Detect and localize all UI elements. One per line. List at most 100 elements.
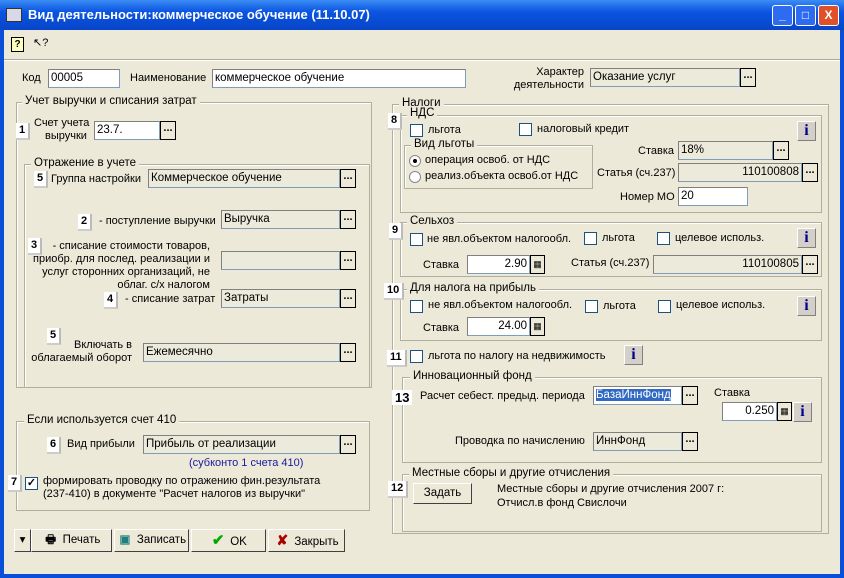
profit-tax-group (400, 289, 822, 341)
badge-7: 7 (8, 475, 23, 492)
exempt-object-radio[interactable] (409, 171, 421, 183)
badge-6: 6 (47, 437, 62, 454)
local-fees-line-1: Местные сборы и другие отчисления 2007 г… (497, 483, 725, 495)
exempt-object-label: реализ.объекта освоб.от НДС (425, 170, 579, 182)
revenue-receipt-input[interactable]: Выручка (221, 210, 340, 229)
agri-rate-label: Ставка (423, 259, 459, 271)
ok-button[interactable]: ✔ OK (191, 529, 266, 552)
close-label: Закрыть (294, 536, 339, 548)
costs-writeoff-input[interactable]: Затраты (221, 289, 340, 308)
badge-11: 11 (387, 350, 407, 367)
agri-article-select-button[interactable]: ... (802, 255, 818, 274)
reflection-group-title: Отражение в учете (31, 157, 140, 169)
realty-benefit-label: льгота по налогу на недвижимость (428, 350, 606, 362)
posting-input[interactable]: ИннФонд (593, 432, 682, 451)
exempt-operation-radio[interactable] (409, 155, 421, 167)
profit-target-checkbox[interactable] (658, 300, 671, 313)
vat-credit-checkbox[interactable] (519, 123, 532, 136)
innov-info-icon[interactable]: i (793, 402, 812, 422)
costs-writeoff-label: - списание затрат (125, 293, 216, 305)
vat-rate-label: Ставка (638, 145, 674, 157)
vat-credit-label: налоговый кредит (537, 123, 630, 135)
print-dropdown-button[interactable]: ▾ (14, 529, 31, 552)
window-title: Вид деятельности:коммерческое обучение (… (28, 7, 370, 22)
costs-writeoff-select-button[interactable]: ... (340, 289, 356, 308)
post-fin-result-label-1: формировать проводку по отражению фин.ре… (43, 475, 321, 487)
profit-not-object-label: не явл.объектом налогообл. (428, 299, 573, 311)
mo-number-input[interactable]: 20 (678, 187, 748, 206)
vat-rate-select-button[interactable]: ... (773, 141, 789, 160)
dialog-body: ? ↖? Код 00005 Наименование коммерческое… (4, 30, 840, 574)
set-fees-button[interactable]: Задать (413, 483, 472, 504)
maximize-button[interactable]: □ (795, 5, 816, 26)
print-button[interactable]: 🖶 Печать (31, 529, 112, 552)
agri-target-checkbox[interactable] (657, 232, 670, 245)
innov-rate-input[interactable]: 0.250 (722, 402, 777, 421)
code-input[interactable]: 00005 (48, 69, 120, 88)
calculator-icon[interactable]: ▦ (530, 317, 545, 336)
settings-group-label: Группа настройки (51, 173, 141, 185)
vat-info-icon[interactable]: i (797, 121, 816, 141)
profit-benefit-checkbox[interactable] (585, 300, 598, 313)
agri-article-input[interactable]: 110100805 (653, 255, 802, 274)
realty-info-icon[interactable]: i (624, 345, 643, 365)
post-fin-result-checkbox[interactable]: ✓ (25, 477, 38, 490)
whats-this-icon[interactable]: ↖? (33, 36, 48, 49)
profit-type-select-button[interactable]: ... (340, 435, 356, 454)
vat-article-select-button[interactable]: ... (802, 163, 818, 182)
agri-rate-input[interactable]: 2.90 (467, 255, 530, 274)
activity-select-button[interactable]: ... (740, 68, 756, 87)
agri-not-object-checkbox[interactable] (410, 233, 423, 246)
help-icon[interactable]: ? (11, 37, 24, 52)
cost-calc-select-button[interactable]: ... (682, 386, 698, 405)
profit-rate-input[interactable]: 24.00 (467, 317, 530, 336)
profit-info-icon[interactable]: i (797, 296, 816, 316)
close-window-button[interactable]: X (818, 5, 839, 26)
vat-group-title: НДС (407, 107, 438, 119)
settings-group-input[interactable]: Коммерческое обучение (148, 169, 340, 188)
account-label-1: Счет учета (34, 117, 90, 129)
vat-article-input[interactable]: 110100808 (678, 163, 802, 182)
calculator-icon[interactable]: ▦ (530, 255, 545, 274)
account-select-button[interactable]: ... (160, 121, 176, 140)
calculator-icon[interactable]: ▦ (777, 402, 792, 421)
badge-10: 10 (384, 283, 405, 300)
vat-rate-input[interactable]: 18% (678, 141, 773, 160)
minimize-button[interactable]: _ (772, 5, 793, 26)
name-input[interactable]: коммерческое обучение (212, 69, 466, 88)
posting-select-button[interactable]: ... (682, 432, 698, 451)
checkmark-icon: ✔ (211, 532, 225, 549)
realty-benefit-checkbox[interactable] (410, 350, 423, 363)
settings-group-select-button[interactable]: ... (340, 169, 356, 188)
title-bar[interactable]: Вид деятельности:коммерческое обучение (… (0, 0, 844, 30)
exempt-operation-label: операция освоб. от НДС (425, 154, 551, 166)
profit-type-input[interactable]: Прибыль от реализации (143, 435, 340, 454)
agri-benefit-checkbox[interactable] (584, 232, 597, 245)
profit-rate-label: Ставка (423, 322, 459, 334)
posting-label: Проводка по начислению (455, 435, 585, 447)
account-label-2: выручки (45, 130, 87, 142)
save-label: Записать (136, 534, 187, 546)
print-label: Печать (62, 534, 101, 546)
agri-article-label: Статья (сч.237) (571, 257, 650, 269)
toolbar-divider (4, 59, 840, 61)
vat-benefit-checkbox[interactable] (410, 124, 423, 137)
save-button[interactable]: ▣ Записать (114, 529, 189, 552)
account-input[interactable]: 23.7. (94, 121, 160, 140)
goods-writeoff-select-button[interactable]: ... (340, 251, 356, 270)
goods-writeoff-input[interactable] (221, 251, 340, 270)
revenue-receipt-select-button[interactable]: ... (340, 210, 356, 229)
turnover-select-button[interactable]: ... (340, 343, 356, 362)
goods-writeoff-label-2: приобр. для послед. реализации и (33, 253, 210, 265)
profit-not-object-checkbox[interactable] (410, 300, 423, 313)
agri-target-label: целевое использ. (675, 232, 765, 244)
profit-benefit-label: льгота (603, 300, 636, 312)
close-button[interactable]: ✘ Закрыть (268, 529, 345, 552)
cost-calc-input[interactable]: БазаИннФонд (593, 386, 682, 405)
activity-input[interactable]: Оказание услуг (590, 68, 740, 87)
turnover-input[interactable]: Ежемесячно (143, 343, 340, 362)
agri-info-icon[interactable]: i (797, 228, 816, 248)
ok-label: OK (230, 536, 247, 548)
goods-writeoff-label-1: - списание стоимости товаров, (52, 240, 210, 252)
agri-benefit-label: льгота (602, 232, 635, 244)
